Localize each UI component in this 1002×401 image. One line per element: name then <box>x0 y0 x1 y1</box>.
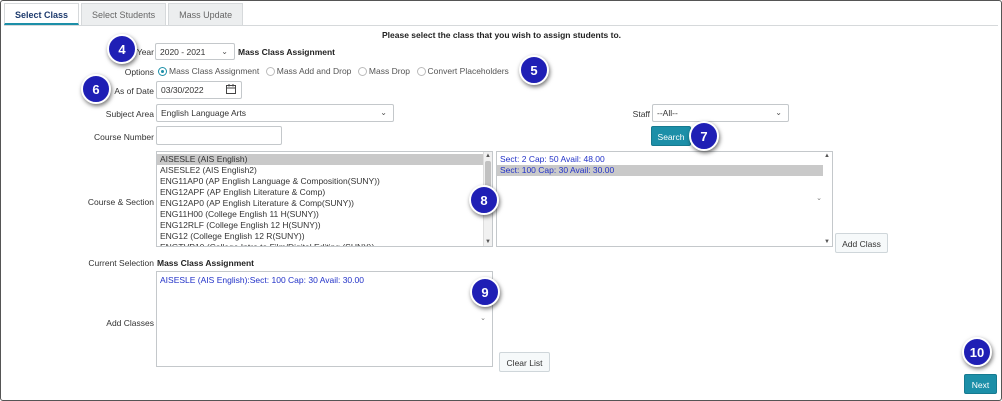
staff-select[interactable]: --All-- ⌄ <box>652 104 789 122</box>
year-select[interactable]: 2020 - 2021 ⌄ <box>155 43 235 60</box>
scroll-down-icon[interactable]: ▼ <box>824 239 830 245</box>
course-section-label: Course & Section <box>87 197 154 207</box>
radio-icon <box>265 66 275 76</box>
list-item[interactable]: AISESLE2 (AIS English2) <box>157 165 492 176</box>
next-button[interactable]: Next <box>964 374 997 394</box>
list-item[interactable]: AISESLE (AIS English) <box>157 154 492 165</box>
scroll-up-icon[interactable]: ▲ <box>824 153 830 159</box>
option-convert-placeholders[interactable]: Convert Placeholders <box>416 66 509 76</box>
course-number-label: Course Number <box>94 132 154 142</box>
list-item[interactable]: AISESLE (AIS English):Sect: 100 Cap: 30 … <box>157 275 492 286</box>
section-list-scrollbar[interactable]: ▲ ▼ <box>823 152 832 246</box>
list-item[interactable]: Sect: 2 Cap: 50 Avail: 48.00 <box>497 154 832 165</box>
tab-select-students[interactable]: Select Students <box>81 3 167 25</box>
year-value: 2020 - 2021 <box>160 47 206 57</box>
list-item[interactable]: ENG12 (College English 12 R(SUNY)) <box>157 231 492 242</box>
as-of-date-input[interactable]: 03/30/2022 <box>156 81 242 99</box>
option-mass-class-assignment[interactable]: Mass Class Assignment <box>158 66 259 76</box>
staff-value: --All-- <box>657 108 678 118</box>
resize-handle-icon[interactable]: ⌄ <box>816 194 822 202</box>
options-label: Options <box>124 67 154 77</box>
list-item[interactable]: ENG12APF (AP English Literature & Comp) <box>157 187 492 198</box>
radio-icon <box>357 66 367 76</box>
tab-mass-update[interactable]: Mass Update <box>168 3 244 25</box>
subject-area-label: Subject Area <box>105 109 154 119</box>
callout-badge-4: 4 <box>107 34 137 64</box>
callout-badge-6: 6 <box>81 74 111 104</box>
section-listbox[interactable]: Sect: 2 Cap: 50 Avail: 48.00 Sect: 100 Ca… <box>496 151 833 247</box>
callout-badge-5: 5 <box>519 55 549 85</box>
list-item[interactable]: ENG12AP0 (AP English Literature & Comp(S… <box>157 198 492 209</box>
current-selection-value: Mass Class Assignment <box>157 258 254 268</box>
add-classes-label: Add Classes <box>106 318 154 328</box>
as-of-date-value: 03/30/2022 <box>161 85 204 95</box>
staff-label: Staff <box>632 109 650 119</box>
scroll-down-icon[interactable]: ▼ <box>485 239 491 245</box>
add-classes-listbox[interactable]: AISESLE (AIS English):Sect: 100 Cap: 30 … <box>156 271 493 367</box>
scroll-up-icon[interactable]: ▲ <box>485 153 491 159</box>
subject-area-select[interactable]: English Language Arts ⌄ <box>156 104 394 122</box>
subject-area-value: English Language Arts <box>161 108 247 118</box>
list-item[interactable]: ENG12RLF (College English 12 H(SUNY)) <box>157 220 492 231</box>
page-instruction: Please select the class that you wish to… <box>382 30 622 40</box>
chevron-down-icon: ⌄ <box>775 108 782 117</box>
list-item[interactable]: ENGTVP10 (College Intro to Film/Digital … <box>157 242 492 246</box>
chevron-down-icon: ⌄ <box>221 47 228 56</box>
course-number-input[interactable] <box>156 126 282 145</box>
add-class-button[interactable]: Add Class <box>835 233 888 253</box>
year-mode-label: Mass Class Assignment <box>238 47 335 57</box>
callout-badge-7: 7 <box>689 121 719 151</box>
callout-badge-10: 10 <box>962 337 992 367</box>
course-listbox[interactable]: AISESLE (AIS English) AISESLE2 (AIS Engli… <box>156 151 493 247</box>
list-item[interactable]: Sect: 100 Cap: 30 Avail: 30.00 <box>497 165 832 176</box>
tab-divider <box>4 25 998 26</box>
radio-selected-icon <box>158 66 167 76</box>
clear-list-button[interactable]: Clear List <box>499 352 550 372</box>
resize-handle-icon[interactable]: ⌄ <box>480 314 486 322</box>
list-item[interactable]: ENG11H00 (College English 11 H(SUNY)) <box>157 209 492 220</box>
callout-badge-8: 8 <box>469 185 499 215</box>
option-mass-drop[interactable]: Mass Drop <box>357 66 410 76</box>
list-item[interactable]: ENG11AP0 (AP English Language & Composit… <box>157 176 492 187</box>
callout-badge-9: 9 <box>470 277 500 307</box>
radio-icon <box>416 66 426 76</box>
tab-bar: Select Class Select Students Mass Update <box>4 3 245 25</box>
tab-select-class[interactable]: Select Class <box>4 3 80 25</box>
options-radio-group: Mass Class Assignment Mass Add and Drop … <box>158 66 513 78</box>
chevron-down-icon: ⌄ <box>380 108 387 117</box>
current-selection-label: Current Selection <box>88 258 154 268</box>
search-button[interactable]: Search <box>651 126 691 146</box>
calendar-icon[interactable] <box>226 84 236 96</box>
option-mass-add-and-drop[interactable]: Mass Add and Drop <box>265 66 351 76</box>
